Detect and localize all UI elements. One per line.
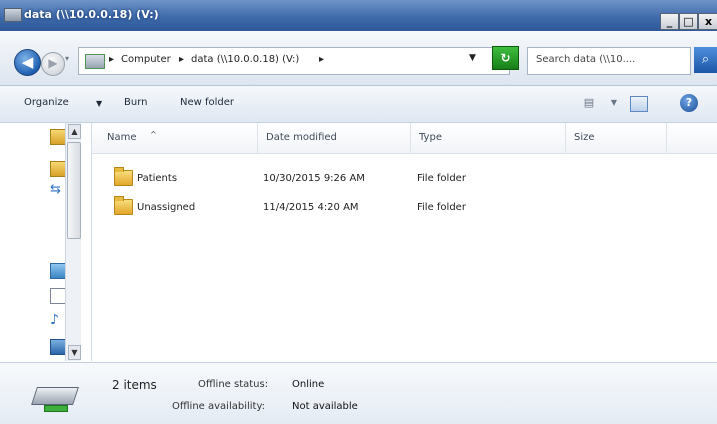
refresh-button[interactable]: ↻ (492, 46, 519, 70)
folder-icon[interactable] (50, 129, 66, 145)
chevron-right-icon[interactable]: ▸ (319, 54, 324, 65)
document-icon[interactable] (50, 288, 66, 304)
change-view-icon[interactable]: ▤ (581, 95, 597, 111)
file-name: Patients (137, 173, 178, 184)
minimize-button[interactable]: _ (660, 13, 679, 30)
sort-ascending-icon: ^ (150, 130, 157, 139)
organize-dropdown-icon[interactable]: ▼ (96, 99, 102, 108)
offline-availability-value: Not available (292, 401, 358, 412)
maximize-button[interactable]: □ (679, 13, 698, 30)
organize-button[interactable]: Organize (24, 97, 69, 108)
navigation-pane[interactable]: ⇆ ♪ ▲ ▼ (0, 123, 92, 361)
view-dropdown-icon[interactable]: ▼ (606, 95, 622, 111)
column-header-date-modified[interactable]: Date modified (258, 123, 411, 153)
offline-status-value: Online (292, 379, 325, 390)
new-folder-button[interactable]: New folder (180, 97, 234, 108)
search-icon[interactable]: ⌕ (694, 47, 717, 73)
search-placeholder: Search data (\\10.... (536, 54, 636, 65)
navigation-scrollbar[interactable]: ▲ ▼ (65, 123, 81, 361)
folder-icon[interactable] (50, 161, 66, 177)
item-count: 2 items (112, 378, 157, 392)
command-bar: Organize ▼ Burn New folder ▤ ▼ ? (0, 86, 717, 123)
forward-button[interactable]: ▶ (41, 52, 65, 76)
offline-status-label: Offline status: (198, 379, 269, 390)
column-header-size[interactable]: Size (566, 123, 667, 153)
back-button[interactable]: ◀ (14, 49, 41, 76)
preview-pane-icon[interactable] (630, 96, 648, 112)
pictures-icon[interactable] (50, 263, 66, 279)
scroll-up-icon[interactable]: ▲ (68, 124, 81, 139)
burn-button[interactable]: Burn (124, 97, 147, 108)
address-bar-area: ◀ ▶ ▾ ▸ Computer ▸ data (\\10.0.0.18) (V… (0, 31, 717, 86)
network-drive-icon (85, 54, 105, 69)
chevron-right-icon[interactable]: ▸ (109, 54, 114, 65)
address-dropdown-icon[interactable]: ▼ (469, 53, 476, 63)
details-pane: 2 items Offline status: Online Offline a… (0, 362, 717, 424)
music-icon[interactable]: ♪ (50, 313, 64, 327)
title-bar[interactable]: data (\\10.0.0.18) (V:) _ □ x (0, 0, 717, 31)
column-headers: Name ^ Date modified Type Size (92, 123, 717, 154)
file-row[interactable]: Patients 10/30/2015 9:26 AM File folder (92, 167, 492, 190)
file-date: 11/4/2015 4:20 AM (263, 202, 359, 213)
address-bar[interactable]: ▸ Computer ▸ data (\\10.0.0.18) (V:) ▸ ▼ (78, 47, 510, 75)
file-name: Unassigned (137, 202, 196, 213)
offline-availability-label: Offline availability: (172, 401, 266, 412)
column-header-name[interactable]: Name ^ (92, 123, 258, 153)
drive-icon (4, 8, 22, 22)
network-drive-icon (31, 381, 79, 412)
file-type: File folder (417, 173, 466, 184)
history-dropdown-icon[interactable]: ▾ (65, 54, 75, 66)
column-header-type[interactable]: Type (411, 123, 566, 153)
close-button[interactable]: x (698, 13, 717, 30)
breadcrumb-computer[interactable]: Computer (121, 54, 171, 65)
window-title: data (\\10.0.0.18) (V:) (24, 8, 159, 21)
file-row[interactable]: Unassigned 11/4/2015 4:20 AM File folder (92, 196, 492, 219)
folder-icon (114, 167, 133, 186)
search-input[interactable]: Search data (\\10.... (527, 47, 691, 75)
breadcrumb-data-drive[interactable]: data (\\10.0.0.18) (V:) (191, 54, 299, 65)
chevron-right-icon[interactable]: ▸ (179, 54, 184, 65)
help-icon[interactable]: ? (680, 94, 698, 112)
scroll-thumb[interactable] (67, 142, 81, 239)
file-type: File folder (417, 202, 466, 213)
folder-icon (114, 196, 133, 215)
explorer-window: data (\\10.0.0.18) (V:) _ □ x ◀ ▶ ▾ ▸ Co… (0, 0, 717, 424)
video-icon[interactable] (50, 339, 66, 355)
network-icon[interactable]: ⇆ (50, 183, 64, 197)
file-date: 10/30/2015 9:26 AM (263, 173, 365, 184)
scroll-down-icon[interactable]: ▼ (68, 345, 81, 360)
